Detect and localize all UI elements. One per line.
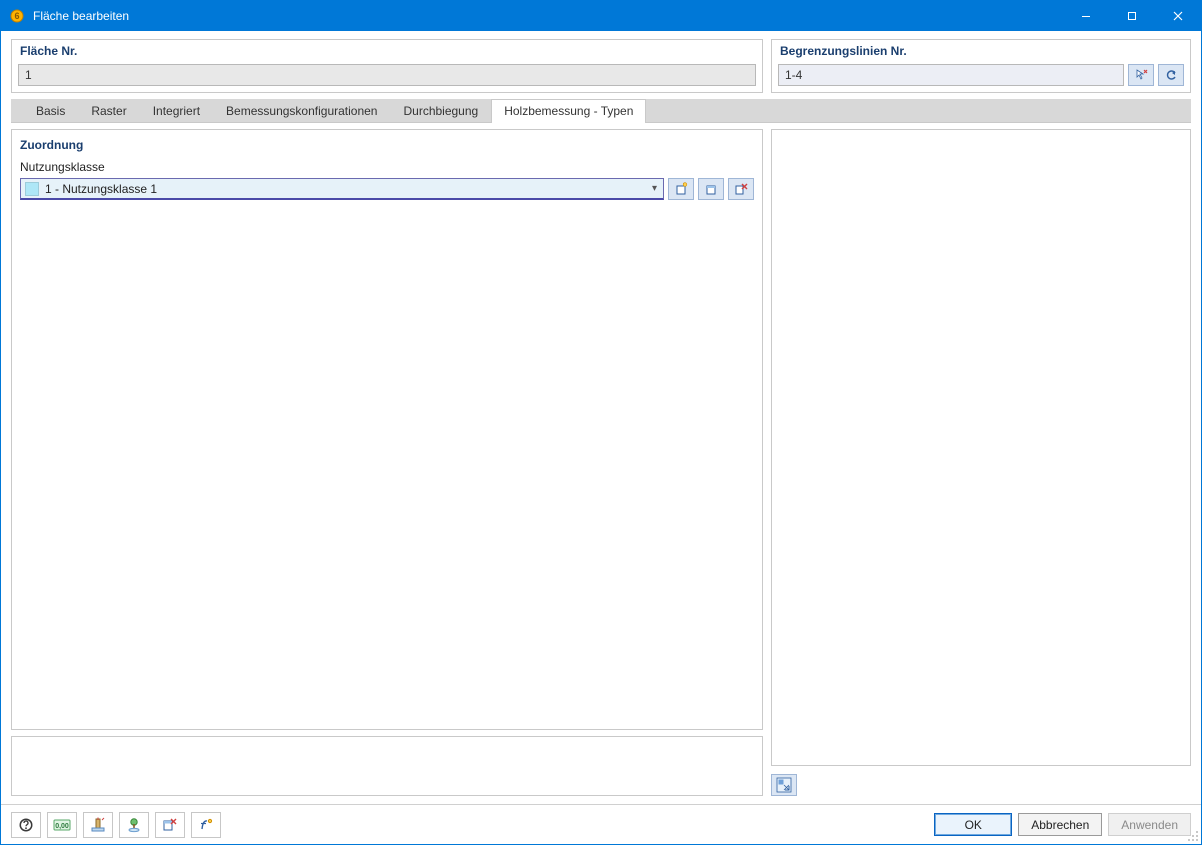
close-button[interactable]: [1155, 1, 1201, 31]
apply-button: Anwenden: [1108, 813, 1191, 836]
nutzungsklasse-combo[interactable]: 1 - Nutzungsklasse 1 ▾: [20, 178, 664, 200]
chevron-down-icon: ▾: [650, 183, 659, 194]
nutzungsklasse-label: Nutzungsklasse: [20, 160, 754, 178]
surface-number-input[interactable]: [18, 64, 756, 86]
main-left-column: Zuordnung Nutzungsklasse 1 - Nutzungskla…: [11, 129, 763, 796]
app-icon: 6: [9, 8, 25, 24]
dialog-body: Fläche Nr. Begrenzungslinien Nr.: [1, 31, 1201, 844]
surface-number-panel: Fläche Nr.: [11, 39, 763, 93]
view-mode-button[interactable]: [771, 774, 797, 796]
nutzungsklasse-value: 1 - Nutzungsklasse 1: [45, 182, 650, 196]
zuordnung-title: Zuordnung: [20, 136, 754, 160]
resize-grip[interactable]: [1187, 830, 1199, 842]
top-row: Fläche Nr. Begrenzungslinien Nr.: [1, 31, 1201, 99]
remove-assignment-button[interactable]: [155, 812, 185, 838]
boundary-lines-panel: Begrenzungslinien Nr.: [771, 39, 1191, 93]
svg-text:0,00: 0,00: [55, 823, 69, 830]
titlebar: 6 Fläche bearbeiten: [1, 1, 1201, 31]
function-button[interactable]: [191, 812, 221, 838]
ok-button[interactable]: OK: [934, 813, 1012, 836]
preview-panel: [771, 129, 1191, 766]
boundary-lines-input[interactable]: [778, 64, 1124, 86]
tab-durchbiegung[interactable]: Durchbiegung: [390, 99, 491, 123]
zuordnung-panel: Zuordnung Nutzungsklasse 1 - Nutzungskla…: [11, 129, 763, 730]
help-button[interactable]: [11, 812, 41, 838]
units-button[interactable]: 0,00: [47, 812, 77, 838]
reverse-lines-button[interactable]: [1158, 64, 1184, 86]
nutzungsklasse-row: 1 - Nutzungsklasse 1 ▾: [20, 178, 754, 200]
tab-bemessungskonfigurationen[interactable]: Bemessungskonfigurationen: [213, 99, 390, 123]
tab-raster[interactable]: Raster: [78, 99, 139, 123]
footer: 0,00 OK Abbrechen Anwenden: [1, 804, 1201, 844]
maximize-button[interactable]: [1109, 1, 1155, 31]
main-area: Zuordnung Nutzungsklasse 1 - Nutzungskla…: [1, 123, 1201, 804]
main-right-column: [771, 129, 1191, 796]
dialog-window: 6 Fläche bearbeiten Fläche Nr.: [0, 0, 1202, 845]
tab-holzbemessung-typen[interactable]: Holzbemessung - Typen: [491, 99, 646, 123]
tab-basis[interactable]: Basis: [23, 99, 78, 123]
pick-lines-button[interactable]: [1128, 64, 1154, 86]
window-buttons: [1063, 1, 1201, 31]
info-panel: [11, 736, 763, 796]
minimize-button[interactable]: [1063, 1, 1109, 31]
edit-nutzungsklasse-button[interactable]: [698, 178, 724, 200]
window-title: Fläche bearbeiten: [33, 9, 1063, 23]
cancel-button[interactable]: Abbrechen: [1018, 813, 1102, 836]
preview-toolbar: [771, 772, 1191, 796]
boundary-lines-label: Begrenzungslinien Nr.: [772, 40, 1190, 64]
tab-integriert[interactable]: Integriert: [140, 99, 213, 123]
svg-text:6: 6: [14, 11, 19, 21]
reference-button[interactable]: [83, 812, 113, 838]
delete-nutzungsklasse-button[interactable]: [728, 178, 754, 200]
surface-number-label: Fläche Nr.: [12, 40, 762, 64]
combo-color-swatch: [25, 182, 39, 196]
new-nutzungsklasse-button[interactable]: [668, 178, 694, 200]
tree-button[interactable]: [119, 812, 149, 838]
tab-strip: Basis Raster Integriert Bemessungskonfig…: [11, 99, 1191, 123]
